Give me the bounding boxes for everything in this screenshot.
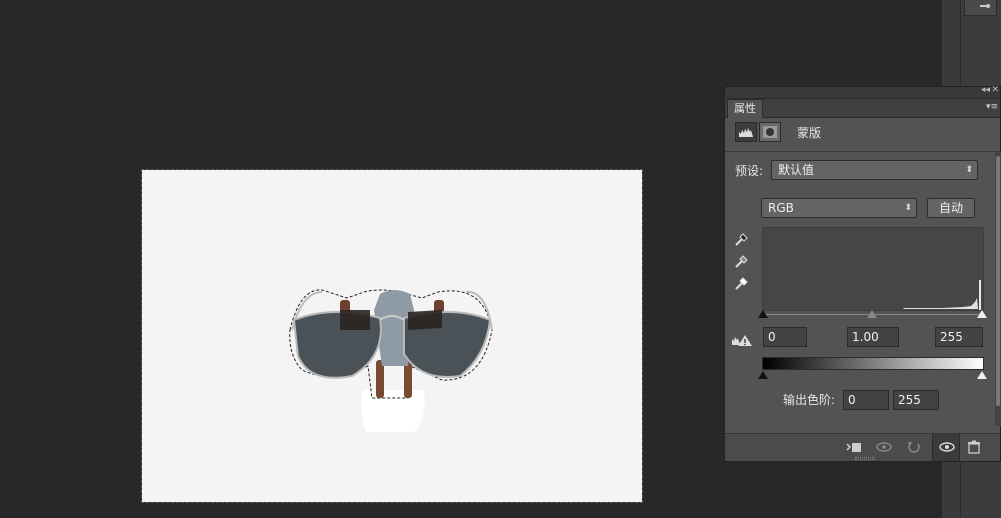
preset-select[interactable]: 默认值 ⬍ — [771, 160, 978, 180]
view-previous-icon[interactable] — [875, 440, 893, 454]
close-panel-icon[interactable]: ✕ — [991, 85, 999, 95]
levels-histogram-icon — [739, 128, 753, 137]
panel-tab-bar: 属性 ▾≡ — [725, 99, 1000, 118]
histogram — [762, 227, 984, 311]
eyedropper-white-icon[interactable] — [733, 274, 751, 292]
levels-button[interactable] — [735, 122, 757, 142]
clipping-warning-icon[interactable] — [731, 333, 753, 347]
input-black-slider[interactable] — [758, 310, 768, 318]
panel-scrollbar[interactable] — [995, 152, 1001, 426]
trash-icon[interactable] — [965, 440, 983, 454]
tab-properties[interactable]: 属性 — [727, 99, 763, 118]
select-arrows-icon: ⬍ — [965, 165, 973, 175]
channel-value: RGB — [768, 201, 794, 215]
input-white-field[interactable]: 255 — [935, 327, 983, 347]
panel-menu-icon[interactable]: ▾≡ — [986, 102, 998, 112]
input-gamma-slider[interactable] — [867, 310, 877, 318]
layer-mask-icon — [763, 126, 777, 138]
eyedropper-black-icon[interactable] — [733, 230, 751, 248]
eyedropper-gray-icon[interactable] — [733, 252, 751, 270]
input-white-slider[interactable] — [977, 310, 987, 318]
brush-preset-icon — [980, 4, 990, 8]
preset-label: 预设: — [735, 164, 764, 178]
output-black-slider[interactable] — [758, 371, 768, 379]
channel-select[interactable]: RGB ⬍ — [761, 198, 917, 218]
scrollbar-thumb[interactable] — [996, 156, 1000, 406]
sunglasses-image — [289, 289, 493, 432]
document-canvas[interactable] — [141, 169, 643, 503]
input-gamma-field[interactable]: 1.00 — [847, 327, 899, 347]
dock-panel-button[interactable] — [964, 0, 997, 16]
output-levels-label: 输出色阶: — [783, 393, 836, 407]
input-black-field[interactable]: 0 — [763, 327, 807, 347]
panel-footer — [725, 433, 1000, 461]
divider — [725, 151, 1000, 152]
output-black-field[interactable]: 0 — [843, 390, 889, 410]
collapse-panel-icon[interactable]: ◂◂ — [981, 85, 990, 95]
reset-icon[interactable] — [905, 440, 923, 454]
clip-to-layer-icon[interactable] — [845, 440, 863, 454]
auto-button[interactable]: 自动 — [927, 198, 975, 218]
mask-label: 蒙版 — [797, 126, 822, 140]
select-arrows-icon: ⬍ — [904, 203, 912, 213]
preset-value: 默认值 — [778, 163, 815, 177]
histogram-graph — [903, 280, 981, 310]
properties-panel: ◂◂ ✕ 属性 ▾≡ 蒙版 预设: 默认值 ⬍ RGB ⬍ 自动 0 1.00 … — [724, 85, 1001, 462]
output-white-field[interactable]: 255 — [893, 390, 939, 410]
panel-title-bar[interactable]: ◂◂ ✕ — [725, 85, 1000, 99]
eye-icon — [939, 442, 955, 452]
visibility-toggle[interactable] — [932, 434, 960, 461]
mask-button[interactable] — [759, 122, 781, 142]
output-white-slider[interactable] — [977, 371, 987, 379]
resize-grip[interactable] — [855, 457, 875, 460]
output-gradient — [762, 357, 984, 370]
